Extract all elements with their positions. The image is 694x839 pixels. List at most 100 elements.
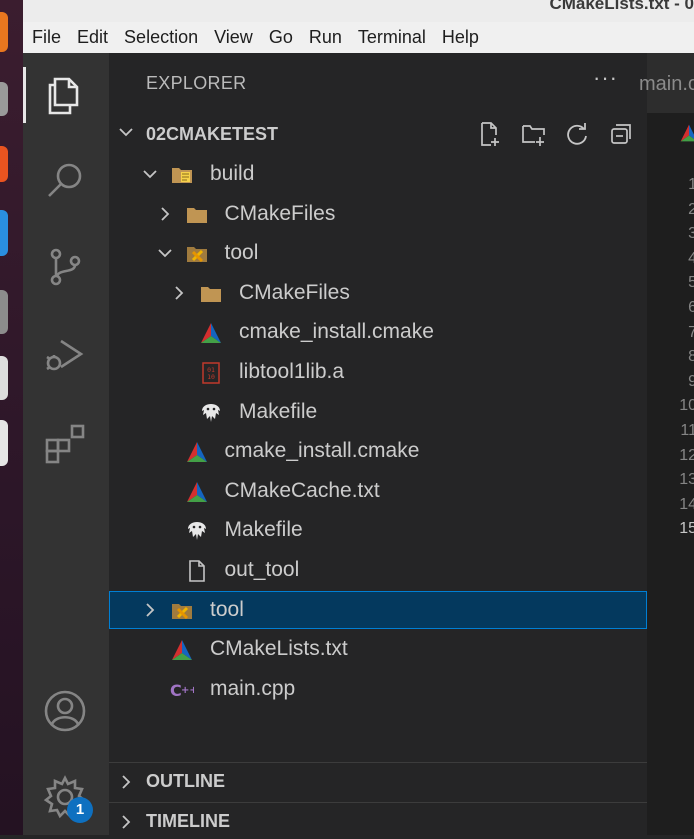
tree-item[interactable]: C ++ main.cpp xyxy=(109,670,647,708)
line-number: 6 xyxy=(688,298,694,316)
tree-item-label: tool xyxy=(224,241,259,265)
tree-item-label: build xyxy=(210,162,255,185)
editor-tab[interactable]: main.cp xyxy=(639,53,694,113)
tree-item[interactable]: cmake_install.cmake xyxy=(109,432,647,470)
refresh-icon[interactable] xyxy=(562,119,592,149)
new-folder-icon[interactable] xyxy=(519,119,549,149)
line-number: 2 xyxy=(688,200,694,218)
chevron-right-icon[interactable] xyxy=(170,284,188,302)
tree-item-label: CMakeCache.txt xyxy=(224,478,380,502)
menu-terminal[interactable]: Terminal xyxy=(349,22,433,53)
dock-app-icon[interactable] xyxy=(0,356,8,400)
chevron-right-icon xyxy=(117,813,135,831)
notification-badge: 1 xyxy=(67,797,93,823)
tree-item[interactable]: CMakeCache.txt xyxy=(109,472,647,510)
chevron-down-icon[interactable] xyxy=(156,244,174,262)
tree-item-label: CMakeLists.txt xyxy=(210,637,348,661)
title-bar: CMakeLists.txt - 0 xyxy=(23,0,694,22)
timeline-section-header[interactable]: TIMELINE xyxy=(109,802,647,839)
extensions-icon[interactable] xyxy=(41,418,89,466)
search-icon[interactable] xyxy=(41,156,89,204)
dock-app-icon[interactable] xyxy=(0,146,8,182)
tree-item-label: main.cpp xyxy=(210,676,296,700)
chevron-down-icon xyxy=(117,123,135,141)
workspace-section-header[interactable]: 02CMAKETEST xyxy=(109,115,647,151)
outline-section-header[interactable]: OUTLINE xyxy=(109,762,647,799)
more-actions-button[interactable]: ··· xyxy=(593,65,618,91)
menu-edit[interactable]: Edit xyxy=(68,22,115,53)
dock-vscode-icon[interactable] xyxy=(0,210,8,256)
tree-item[interactable]: cmake_install.cmake xyxy=(109,313,647,351)
accounts-icon[interactable] xyxy=(41,687,89,735)
chevron-down-icon[interactable] xyxy=(141,165,159,183)
run-and-debug-icon[interactable] xyxy=(41,331,89,379)
tree-item[interactable]: out_tool xyxy=(109,551,647,589)
tool-folder-icon xyxy=(185,242,209,266)
outline-title: OUTLINE xyxy=(146,771,225,791)
tree-item-label: CMakeFiles xyxy=(224,201,336,225)
tree-item[interactable]: Makefile xyxy=(109,511,647,549)
line-number: 8 xyxy=(688,348,694,366)
editor-tab-label: main.cp xyxy=(639,73,694,95)
line-number: 14 xyxy=(679,495,694,513)
tree-item[interactable]: CMakeFiles xyxy=(109,274,647,312)
tree-item-label: out_tool xyxy=(224,558,300,581)
line-number: 11 xyxy=(680,421,694,439)
collapse-all-icon[interactable] xyxy=(606,119,636,149)
menu-file[interactable]: File xyxy=(23,22,68,53)
tree-item[interactable]: tool xyxy=(109,234,647,272)
svg-text:++: ++ xyxy=(181,685,194,696)
svg-text:10: 10 xyxy=(207,373,215,381)
editor-area[interactable]: main.cp 123456789101112131415 xyxy=(639,53,694,835)
tree-item[interactable]: CMakeFiles xyxy=(109,195,647,233)
ubuntu-dock xyxy=(0,0,23,835)
line-number: 12 xyxy=(679,446,694,464)
menu-view[interactable]: View xyxy=(205,22,260,53)
line-number: 10 xyxy=(679,397,694,415)
line-number: 1 xyxy=(688,176,694,193)
menu-bar: File Edit Selection View Go Run Terminal… xyxy=(23,22,694,53)
tree-item[interactable]: 01 10 libtool1lib.a xyxy=(109,353,647,391)
window-title: CMakeLists.txt - 0 xyxy=(549,0,694,13)
tree-item[interactable]: Makefile xyxy=(109,393,647,431)
dock-app-icon[interactable] xyxy=(0,82,8,116)
menu-selection[interactable]: Selection xyxy=(115,22,205,53)
tree-item-label: cmake_install.cmake xyxy=(239,320,434,344)
activity-bar: 1 xyxy=(23,53,109,835)
tree-item-label: Makefile xyxy=(224,518,303,542)
tree-item[interactable]: build xyxy=(109,155,647,193)
explorer-icon[interactable] xyxy=(41,71,89,119)
folder-icon xyxy=(185,203,209,227)
explorer-sidebar: EXPLORER ··· 02CMAKETEST build CMakeFiles… xyxy=(109,53,647,835)
active-indicator xyxy=(23,67,26,123)
tree-item-label: Makefile xyxy=(239,399,318,423)
timeline-title: TIMELINE xyxy=(146,811,230,831)
line-number: 4 xyxy=(688,249,694,267)
binary-file-icon: 01 10 xyxy=(199,361,223,385)
tree-item[interactable]: tool xyxy=(109,590,647,629)
tree-item-label: libtool1lib.a xyxy=(239,360,345,383)
tree-item-label: cmake_install.cmake xyxy=(224,439,420,463)
cpp-file-icon: C ++ xyxy=(170,678,194,702)
source-control-icon[interactable] xyxy=(41,243,89,291)
dock-app-icon[interactable] xyxy=(0,290,8,334)
build-folder-icon xyxy=(170,163,194,187)
new-file-icon[interactable] xyxy=(475,119,505,149)
line-number: 5 xyxy=(688,274,694,292)
file-icon xyxy=(185,559,209,583)
chevron-right-icon[interactable] xyxy=(156,205,174,223)
menu-go[interactable]: Go xyxy=(260,22,300,53)
svg-text:C: C xyxy=(170,681,182,700)
line-number: 9 xyxy=(688,372,694,390)
menu-help[interactable]: Help xyxy=(433,22,486,53)
explorer-title: EXPLORER xyxy=(146,73,247,93)
chevron-right-icon xyxy=(117,773,135,791)
dock-firefox-icon[interactable] xyxy=(0,12,8,52)
tree-item-label: CMakeFiles xyxy=(239,280,350,304)
dock-app-icon[interactable] xyxy=(0,420,8,466)
menu-run[interactable]: Run xyxy=(300,22,349,53)
line-number-gutter: 1 2 3 4 5 6 7 8 9 10 11 12 13 14 15 xyxy=(677,173,694,542)
line-number: 3 xyxy=(688,225,694,243)
chevron-right-icon[interactable] xyxy=(141,601,159,619)
tree-item[interactable]: CMakeLists.txt xyxy=(109,630,647,668)
